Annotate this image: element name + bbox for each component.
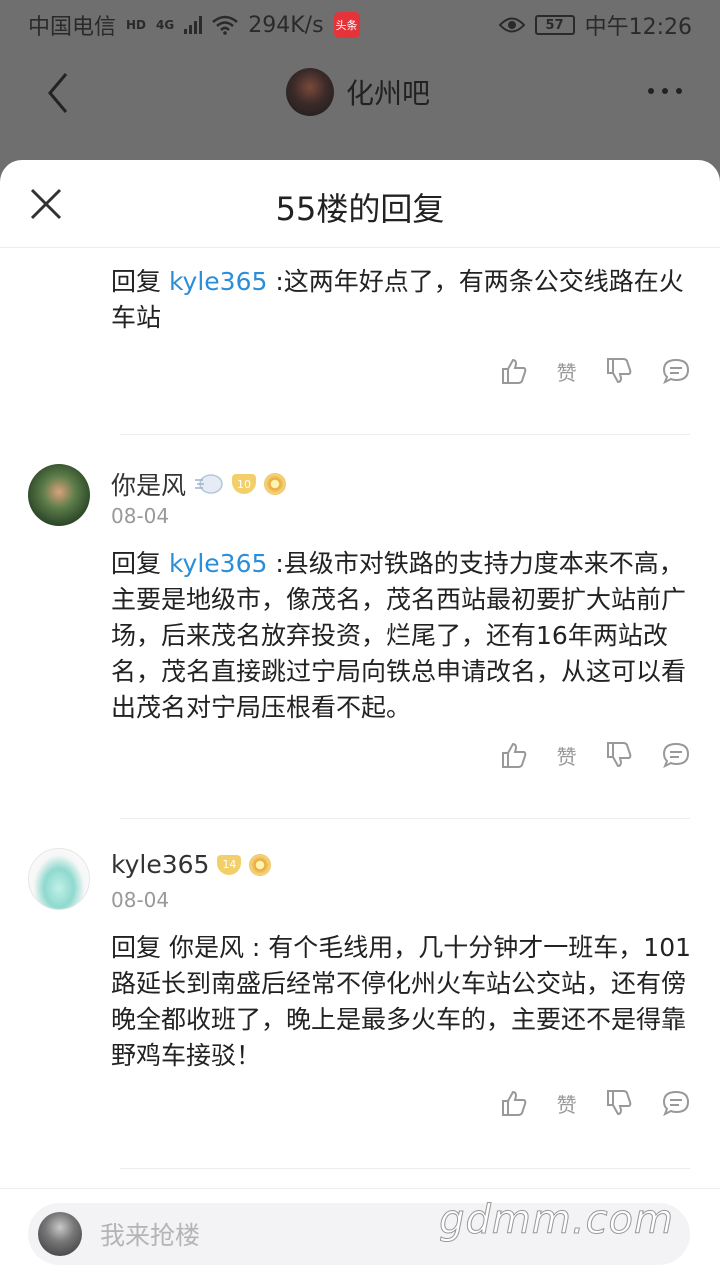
hd-badge: HD (126, 18, 147, 32)
like-label[interactable]: 赞 (557, 357, 577, 386)
back-icon[interactable] (40, 70, 80, 116)
member-badge-icon (249, 853, 272, 876)
reply-prefix: 回复 (111, 267, 169, 296)
divider (120, 818, 690, 819)
network-type: 4G (156, 18, 175, 32)
thumbs-down-icon[interactable] (605, 357, 633, 385)
toutiao-app-icon: 头条 (333, 12, 360, 38)
mention-link[interactable]: 你是风 (169, 933, 244, 962)
sheet-header: 55楼的回复 (0, 160, 720, 248)
username[interactable]: 你是风 (111, 466, 186, 502)
wind-icon (195, 474, 223, 494)
reply-input-placeholder: 我来抢楼 (100, 1221, 201, 1250)
reply-prefix: 回复 (111, 933, 169, 962)
reply-item: 回复 kyle365 :这两年好点了，有两条公交线路在火车站 赞 (0, 248, 720, 448)
thumbs-down-icon[interactable] (605, 1089, 633, 1117)
composer-bar: 我来抢楼 gdmm.com (0, 1188, 720, 1280)
mention-link[interactable]: kyle365 (169, 267, 267, 296)
divider (120, 434, 690, 435)
comment-icon[interactable] (662, 1089, 690, 1117)
forum-name: 化州吧 (346, 77, 431, 110)
watermark: gdmm.com (439, 1197, 674, 1244)
reply-item: kyle365 14 08-04 回复 你是风 : 有个毛线用，几十分钟才一班车… (0, 834, 720, 1174)
level-badge: 10 (232, 474, 257, 494)
like-label[interactable]: 赞 (557, 1089, 577, 1118)
thumbs-up-icon[interactable] (500, 357, 528, 385)
signal-icon (184, 16, 203, 34)
like-label[interactable]: 赞 (557, 741, 577, 770)
reply-body: 回复 kyle365 :县级市对铁路的支持力度本来不高，主要是地级市，像茂名，茂… (111, 546, 691, 726)
reply-actions: 赞 (500, 354, 690, 388)
reply-prefix: 回复 (111, 549, 169, 578)
replies-sheet: 55楼的回复 回复 kyle365 :这两年好点了，有两条公交线路在火车站 赞 … (0, 160, 720, 1280)
reply-author[interactable]: 你是风 10 (111, 466, 287, 502)
eye-icon (498, 17, 525, 33)
reply-item: 你是风 10 08-04 回复 kyle365 :县级市对铁路的支持力度本来不高… (0, 450, 720, 820)
reply-body: 回复 kyle365 :这两年好点了，有两条公交线路在火车站 (111, 264, 691, 336)
avatar[interactable] (28, 464, 90, 526)
thumbs-down-icon[interactable] (605, 741, 633, 769)
status-bar: 中国电信 HD 4G 294K/s 头条 57 中午12:26 (0, 0, 720, 50)
member-badge-icon (264, 473, 287, 495)
reply-actions: 赞 (500, 738, 690, 772)
reply-body: 回复 你是风 : 有个毛线用，几十分钟才一班车，101路延长到南盛后经常不停化州… (111, 930, 691, 1074)
battery-indicator: 57 (534, 15, 575, 35)
level-badge: 14 (217, 854, 242, 875)
reply-date: 08-04 (111, 504, 170, 528)
forum-header[interactable]: 化州吧 (286, 68, 430, 116)
reply-author[interactable]: kyle365 14 (111, 850, 272, 879)
username[interactable]: kyle365 (111, 850, 209, 879)
comment-icon[interactable] (662, 357, 690, 385)
comment-icon[interactable] (662, 741, 690, 769)
sheet-title: 55楼的回复 (275, 190, 445, 228)
thumbs-up-icon[interactable] (500, 741, 528, 769)
top-nav: 化州吧 (0, 50, 720, 140)
more-icon[interactable] (648, 88, 682, 94)
clock: 中午12:26 (584, 15, 692, 40)
my-avatar (38, 1212, 82, 1256)
divider (120, 1168, 690, 1169)
reply-date: 08-04 (111, 888, 170, 912)
thumbs-up-icon[interactable] (500, 1089, 528, 1117)
carrier-label: 中国电信 (28, 15, 117, 40)
forum-avatar (286, 68, 334, 116)
wifi-icon (212, 15, 239, 35)
reply-actions: 赞 (500, 1086, 690, 1120)
avatar[interactable] (28, 848, 90, 910)
net-speed: 294K/s (248, 12, 324, 38)
mention-link[interactable]: kyle365 (169, 549, 267, 578)
